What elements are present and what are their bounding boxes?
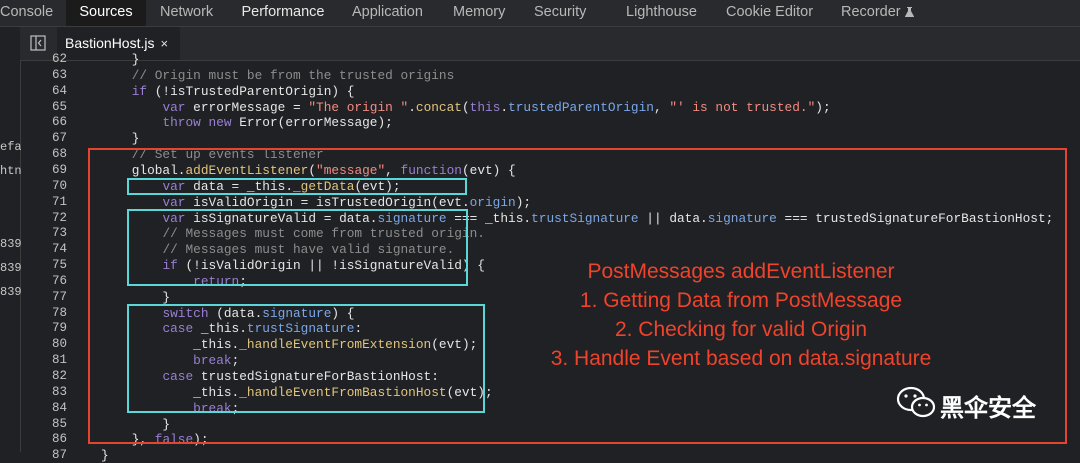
line-number: 85 bbox=[51, 416, 67, 431]
code-line: // Origin must be from the trusted origi… bbox=[131, 67, 455, 83]
watermark-text: 黑伞安全 bbox=[940, 394, 1036, 422]
code-line: throw new Error(errorMessage); bbox=[162, 115, 393, 131]
line-number: 82 bbox=[51, 369, 67, 383]
navigator-panel-clipped: efa htn 839 839 839 bbox=[0, 27, 22, 452]
highlight-origin-check-box bbox=[127, 209, 468, 286]
code-line: } bbox=[101, 131, 140, 147]
code-editor[interactable]: 62 63 64 65 66 67 68 69 70 71 72 73 74 75 76 77 78 79 80 81… bbox=[21, 52, 1080, 463]
navigator-fragment: 839 bbox=[0, 237, 22, 251]
navigator-fragment: htn bbox=[0, 164, 22, 178]
tab-application[interactable]: Application bbox=[352, 0, 423, 26]
line-number: 87 bbox=[51, 448, 67, 463]
experiment-beaker-icon bbox=[904, 7, 914, 17]
code-line: if (!isTrustedParentOrigin) { bbox=[131, 83, 355, 99]
tab-memory[interactable]: Memory bbox=[453, 0, 505, 26]
tab-recorder[interactable]: Recorder bbox=[841, 0, 914, 26]
line-number: 75 bbox=[51, 258, 67, 273]
watermark: 黑伞安全 bbox=[896, 386, 1036, 426]
line-number: 63 bbox=[51, 67, 67, 82]
line-number: 67 bbox=[51, 131, 67, 146]
line-number: 73 bbox=[51, 226, 67, 241]
highlight-switch-signature-box bbox=[127, 304, 485, 413]
highlight-get-data-box bbox=[127, 178, 467, 195]
line-number: 70 bbox=[51, 178, 67, 193]
annotation-step-3: 3. Handle Event based on data.signature bbox=[550, 347, 932, 370]
navigator-fragment: 839 bbox=[0, 285, 22, 299]
tab-sources[interactable]: Sources bbox=[66, 0, 146, 26]
line-number: 69 bbox=[51, 162, 67, 177]
annotation-step-1: 1. Getting Data from PostMessage bbox=[579, 289, 903, 312]
line-number: 84 bbox=[51, 400, 67, 415]
code-line: } bbox=[101, 448, 109, 463]
tab-network[interactable]: Network bbox=[160, 0, 213, 26]
line-number: 72 bbox=[51, 210, 67, 225]
line-number: 76 bbox=[51, 273, 67, 288]
line-number: 77 bbox=[51, 289, 67, 304]
tab-performance[interactable]: Performance bbox=[229, 0, 337, 26]
code-line: } bbox=[101, 52, 140, 67]
wechat-icon bbox=[896, 386, 936, 418]
annotation-step-2: 2. Checking for valid Origin bbox=[614, 318, 868, 341]
line-number: 65 bbox=[51, 99, 67, 114]
devtools-tab-bar: Console Sources Network Performance Appl… bbox=[0, 0, 1080, 27]
navigator-fragment: efa bbox=[0, 140, 22, 154]
line-number: 64 bbox=[51, 83, 67, 98]
file-tab-label: BastionHost.js bbox=[65, 35, 155, 51]
tab-recorder-label: Recorder bbox=[841, 4, 901, 20]
line-number: 79 bbox=[51, 321, 67, 336]
annotation-title: PostMessages addEventListener bbox=[587, 260, 895, 283]
line-number: 74 bbox=[51, 242, 67, 257]
editor-tab-bar: BastionHost.js × bbox=[20, 27, 1080, 61]
tab-cookie-editor[interactable]: Cookie Editor bbox=[726, 0, 813, 26]
navigator-fragment: 839 bbox=[0, 261, 22, 275]
tab-console[interactable]: Console bbox=[0, 0, 53, 26]
tab-lighthouse[interactable]: Lighthouse bbox=[626, 0, 697, 26]
line-number: 86 bbox=[51, 432, 67, 447]
line-number: 71 bbox=[51, 194, 67, 209]
line-number: 62 bbox=[51, 52, 67, 66]
close-icon[interactable]: × bbox=[160, 36, 168, 51]
code-line: var errorMessage = "The origin ".concat(… bbox=[162, 99, 831, 115]
line-number: 78 bbox=[51, 305, 67, 320]
line-number: 81 bbox=[51, 353, 67, 368]
line-number: 80 bbox=[51, 337, 67, 352]
line-number: 83 bbox=[51, 384, 67, 399]
line-number: 68 bbox=[51, 147, 67, 162]
toggle-navigator-icon[interactable] bbox=[30, 35, 46, 51]
line-number: 66 bbox=[51, 115, 67, 130]
tab-security[interactable]: Security bbox=[534, 0, 586, 26]
